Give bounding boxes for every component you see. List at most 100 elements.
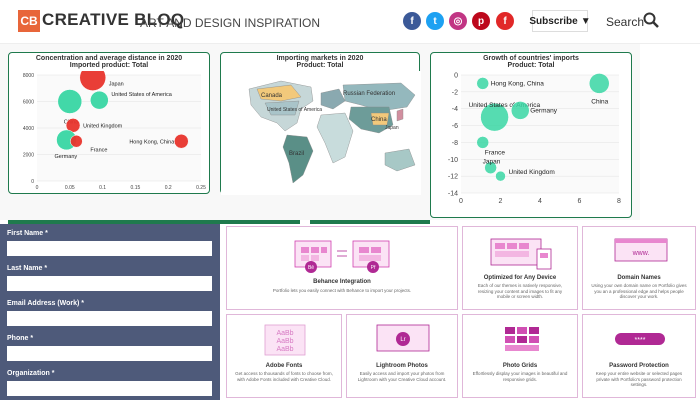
chart1-subtitle: Imported product: Total bbox=[69, 62, 149, 69]
feature-desc: Using your own domain name on Portfolio … bbox=[591, 283, 687, 299]
data-point[interactable] bbox=[476, 136, 489, 149]
x-tick-label: 4 bbox=[538, 198, 542, 205]
organization-input[interactable] bbox=[7, 381, 212, 396]
lightroom-icon: Lr bbox=[400, 337, 405, 343]
subscribe-label: Subscribe bbox=[529, 15, 578, 27]
feature-desc: Easily access and import your photos fro… bbox=[357, 371, 447, 382]
x-tick-label: 0.1 bbox=[99, 185, 106, 191]
feature-desc: Effortlessly display your images in beau… bbox=[472, 371, 568, 382]
facebook-icon[interactable]: f bbox=[403, 12, 421, 30]
data-label: United Kingdom bbox=[83, 123, 123, 129]
feature-optimized[interactable]: Optimized for Any Device Each of our the… bbox=[462, 226, 578, 310]
site-header: CB CREATIVE BLOQ ART AND DESIGN INSPIRAT… bbox=[0, 0, 700, 44]
x-tick-label: 0.2 bbox=[165, 185, 172, 191]
svg-text:Bē: Bē bbox=[308, 265, 314, 271]
japan-shape[interactable] bbox=[396, 108, 404, 122]
first-name-input[interactable] bbox=[7, 241, 212, 256]
data-point[interactable] bbox=[57, 89, 83, 114]
feature-title: Domain Names bbox=[617, 275, 661, 281]
data-label: United States of America bbox=[111, 92, 172, 98]
feature-domain-names[interactable]: www. Domain Names Using your own domain … bbox=[582, 226, 696, 310]
importing-markets-map-panel: Importing markets in 2020 Product: Total… bbox=[220, 52, 421, 195]
y-tick-label: -10 bbox=[448, 157, 458, 164]
data-label: United Kingdom bbox=[509, 169, 555, 176]
y-tick-label: 4000 bbox=[23, 126, 34, 132]
svg-text:AaBb: AaBb bbox=[276, 338, 293, 345]
last-name-input[interactable] bbox=[7, 276, 212, 291]
chart3-subtitle: Product: Total bbox=[507, 62, 555, 69]
svg-text:AaBb: AaBb bbox=[276, 346, 293, 353]
feature-desc: Each of our themes is natively responsiv… bbox=[477, 283, 563, 299]
data-label: France bbox=[485, 149, 506, 156]
x-tick-label: 0.25 bbox=[196, 185, 206, 191]
y-tick-label: -8 bbox=[452, 140, 458, 147]
data-label: Japan bbox=[483, 159, 501, 166]
search-icon[interactable] bbox=[643, 12, 659, 28]
twitter-icon[interactable]: t bbox=[426, 12, 444, 30]
data-point[interactable] bbox=[90, 90, 109, 110]
fonts-illustration: AaBb AaBb AaBb bbox=[264, 324, 306, 356]
email-label: Email Address (Work) * bbox=[7, 300, 85, 307]
search-label[interactable]: Search bbox=[606, 15, 644, 29]
feature-title: Adobe Fonts bbox=[265, 363, 303, 369]
map-label-russia: Russian Federation bbox=[343, 91, 395, 97]
growth-chart-panel: Growth of countries' imports Product: To… bbox=[430, 52, 632, 218]
phone-label: Phone * bbox=[7, 335, 34, 342]
data-point[interactable] bbox=[511, 101, 530, 120]
www-icon: www. bbox=[632, 250, 650, 257]
dashboard-area: Concentration and average distance in 20… bbox=[0, 44, 640, 220]
password-illustration: **** bbox=[615, 333, 665, 345]
first-name-label: First Name * bbox=[7, 230, 48, 237]
data-point[interactable] bbox=[495, 170, 506, 182]
lightroom-illustration: Lr bbox=[376, 324, 430, 352]
feature-lightroom[interactable]: Lr Lightroom Photos Easily access and im… bbox=[346, 314, 458, 398]
phone-input[interactable] bbox=[7, 346, 212, 361]
chart2-subtitle: Product: Total bbox=[296, 62, 344, 69]
email-input[interactable] bbox=[7, 311, 212, 326]
chevron-down-icon: ▼ bbox=[580, 15, 591, 27]
feature-adobe-fonts[interactable]: AaBb AaBb AaBb Adobe Fonts Get access to… bbox=[226, 314, 342, 398]
x-tick-label: 0 bbox=[459, 198, 463, 205]
behance-illustration: Bē Pf bbox=[294, 240, 390, 273]
devices-illustration bbox=[490, 238, 552, 270]
instagram-icon[interactable]: ◎ bbox=[449, 12, 467, 30]
y-tick-label: 0 bbox=[454, 73, 458, 80]
growth-scatter-chart: 0-2-4-6-8-10-12-140 2 4 6 8Hong Kong, ChinaC… bbox=[448, 73, 621, 206]
flipboard-icon[interactable]: f bbox=[496, 12, 514, 30]
y-tick-label: 6000 bbox=[23, 100, 34, 106]
y-tick-label: 2000 bbox=[23, 153, 34, 159]
y-tick-label: 8000 bbox=[23, 73, 34, 79]
feature-behance[interactable]: Bē Pf Behance Integration Portfolio lets… bbox=[226, 226, 458, 310]
signup-form: First Name * Last Name * Email Address (… bbox=[0, 224, 220, 400]
feature-title: Lightroom Photos bbox=[376, 363, 428, 369]
y-tick-label: -14 bbox=[448, 191, 458, 198]
data-point[interactable] bbox=[476, 77, 489, 90]
data-label: Hong Kong, China bbox=[491, 80, 545, 87]
data-label: Japan bbox=[109, 82, 124, 88]
data-label: Germany bbox=[55, 154, 78, 160]
svg-text:AaBb: AaBb bbox=[276, 330, 293, 337]
x-tick-label: 8 bbox=[617, 198, 621, 205]
feature-desc: Keep your entire website or selected pag… bbox=[595, 371, 683, 387]
feature-password[interactable]: **** Password Protection Keep your entir… bbox=[582, 314, 696, 398]
data-point[interactable] bbox=[70, 135, 83, 148]
domain-illustration: www. bbox=[614, 238, 668, 262]
map-label-canada: Canada bbox=[261, 93, 283, 99]
data-point[interactable] bbox=[589, 73, 610, 94]
x-tick-label: 0.05 bbox=[65, 185, 75, 191]
password-dots-icon: **** bbox=[635, 337, 646, 344]
data-point[interactable] bbox=[174, 134, 189, 149]
data-label: Germany bbox=[530, 107, 557, 114]
feature-title: Optimized for Any Device bbox=[483, 275, 557, 281]
feature-photo-grids[interactable]: Photo Grids Effortlessly display your im… bbox=[462, 314, 578, 398]
feature-title: Password Protection bbox=[609, 363, 669, 369]
feature-title: Photo Grids bbox=[502, 363, 538, 369]
logo-mark[interactable]: CB bbox=[18, 10, 40, 32]
data-label: China bbox=[591, 98, 608, 105]
feature-tiles: Bē Pf Behance Integration Portfolio lets… bbox=[222, 224, 700, 400]
y-tick-label: -6 bbox=[452, 123, 458, 130]
pinterest-icon[interactable]: p bbox=[472, 12, 490, 30]
subscribe-button[interactable]: Subscribe ▼ bbox=[529, 10, 591, 32]
concentration-scatter-chart: 8000 6000 4000 2000 00 0.05 0.1 0.15 0.2 0.25 Japa… bbox=[23, 71, 206, 191]
map-label-brazil: Brazil bbox=[289, 151, 304, 157]
